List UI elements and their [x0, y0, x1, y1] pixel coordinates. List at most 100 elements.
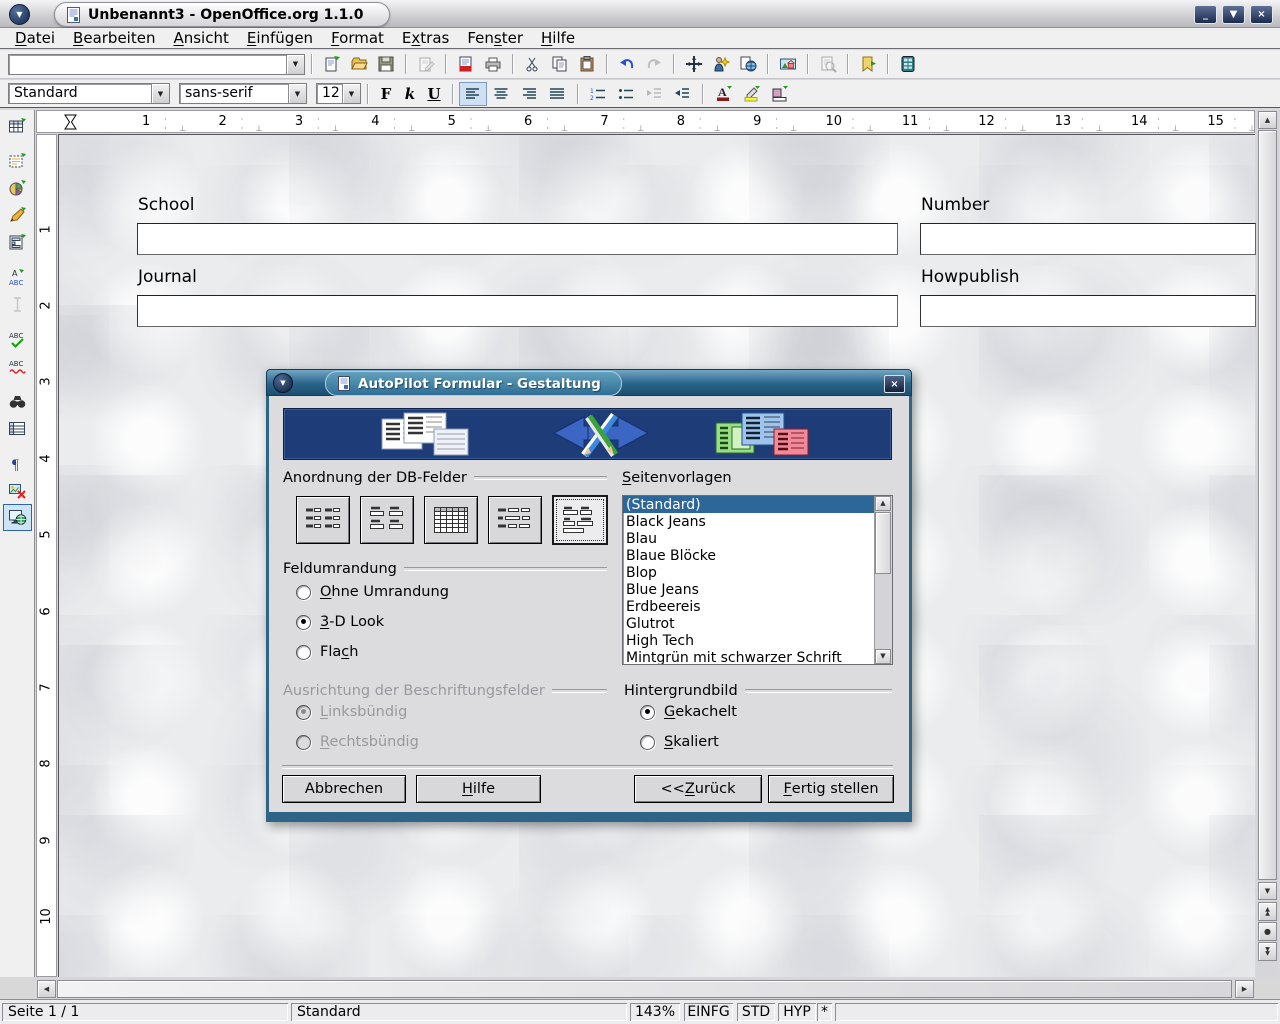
menu-item[interactable]: Ansicht: [164, 29, 237, 47]
page-styles-listbox[interactable]: (Standard)Black JeansBlauBlaue BlöckeBlo…: [622, 495, 893, 665]
status-insert-mode[interactable]: EINFG: [684, 1003, 733, 1021]
scroll-down-button[interactable]: ▼: [1258, 882, 1277, 900]
menu-item[interactable]: Bearbeiten: [64, 29, 164, 47]
paragraph-style-dropdown[interactable]: ▼: [151, 84, 169, 103]
print-button[interactable]: [479, 52, 506, 76]
page-style-item[interactable]: Blau: [623, 530, 874, 547]
finish-button[interactable]: Fertig stellen: [768, 775, 894, 803]
arrangement-columnar-labels-left-button[interactable]: [296, 496, 350, 544]
scroll-left-button[interactable]: ◀: [37, 980, 56, 998]
find-replace-button[interactable]: [3, 388, 32, 415]
next-page-button[interactable]: ▼▼: [1258, 942, 1277, 961]
back-button[interactable]: << Zurück: [634, 775, 762, 803]
menu-item[interactable]: Hilfe: [532, 29, 584, 47]
previous-page-button[interactable]: ▲▲: [1258, 902, 1277, 921]
scrollbar-thumb[interactable]: [875, 512, 891, 574]
numbering-button[interactable]: 12: [584, 82, 612, 106]
horizontal-scrollbar-thumb[interactable]: [57, 980, 1232, 998]
menu-item[interactable]: Extras: [393, 29, 458, 47]
page-style-item[interactable]: Blop: [623, 564, 874, 581]
radio-option[interactable]: 3-D Look: [296, 614, 596, 630]
insert-form-button[interactable]: [3, 229, 32, 256]
export-pdf-button[interactable]: [452, 52, 479, 76]
dialog-menu-button[interactable]: ▼: [273, 373, 293, 393]
page-style-item[interactable]: Black Jeans: [623, 513, 874, 530]
font-size-dropdown[interactable]: ▼: [342, 84, 360, 103]
radio-option[interactable]: Skaliert: [640, 734, 880, 750]
status-hyperlink-mode[interactable]: HYP: [778, 1003, 816, 1021]
graphics-on-off-button[interactable]: [3, 477, 32, 504]
decrease-indent-button[interactable]: [640, 82, 668, 106]
scroll-up-button[interactable]: ▲: [1258, 111, 1277, 129]
online-layout-button[interactable]: [3, 504, 32, 531]
arrangement-blocks-labels-above-button[interactable]: [552, 495, 608, 545]
copy-button[interactable]: [546, 52, 573, 76]
window-menu-button[interactable]: ▼: [9, 4, 30, 25]
page-preview-button[interactable]: [814, 52, 841, 76]
navigation-button[interactable]: ●: [1258, 922, 1277, 941]
align-left-button[interactable]: [459, 82, 487, 106]
number-field[interactable]: [920, 223, 1256, 255]
journal-field[interactable]: [137, 295, 898, 327]
scroll-down-button[interactable]: ▼: [875, 649, 891, 664]
arrangement-columnar-labels-top-button[interactable]: [360, 496, 414, 544]
menu-item[interactable]: Einfügen: [238, 29, 322, 47]
minimize-button[interactable]: _: [1194, 5, 1217, 24]
insert-chart-button[interactable]: [3, 175, 32, 202]
margin-marker-icon[interactable]: [63, 113, 78, 131]
menu-item[interactable]: Datei: [6, 29, 64, 47]
url-combobox[interactable]: ▼: [8, 54, 305, 75]
radio-option[interactable]: Flach: [296, 644, 596, 660]
maximize-button[interactable]: ▼: [1222, 5, 1245, 24]
page-style-item[interactable]: Erdbeereis: [623, 598, 874, 615]
open-button[interactable]: [345, 52, 372, 76]
font-size-combo[interactable]: 12 ▼: [316, 83, 361, 104]
status-zoom[interactable]: 143%: [630, 1003, 680, 1021]
insert-draw-button[interactable]: [3, 202, 32, 229]
edit-file-button[interactable]: [412, 52, 439, 76]
hyperlink-dialog-button[interactable]: [734, 52, 761, 76]
page-style-item[interactable]: Blue Jeans: [623, 581, 874, 598]
font-name-combo[interactable]: sans-serif ▼: [179, 83, 307, 104]
school-field[interactable]: [137, 223, 898, 255]
url-dropdown-button[interactable]: ▼: [286, 55, 304, 74]
auto-spellcheck-button[interactable]: ABC: [3, 353, 32, 380]
close-button[interactable]: ×: [1250, 5, 1273, 24]
bold-button[interactable]: F: [374, 83, 398, 105]
data-sources-view-button[interactable]: [3, 415, 32, 442]
insert-table-button[interactable]: [3, 113, 32, 140]
increase-indent-button[interactable]: [668, 82, 696, 106]
cut-button[interactable]: [519, 52, 546, 76]
paste-button[interactable]: [573, 52, 600, 76]
autotext-button[interactable]: AABC: [3, 264, 32, 291]
navigator-button[interactable]: [680, 52, 707, 76]
gallery-button[interactable]: [774, 52, 801, 76]
italic-button[interactable]: k: [398, 83, 422, 105]
vertical-scrollbar[interactable]: ▲ ▼ ▲▲ ● ▼▼: [1256, 110, 1279, 978]
stylist-button[interactable]: [707, 52, 734, 76]
underline-button[interactable]: U: [422, 83, 446, 105]
spellcheck-button[interactable]: ABC: [3, 326, 32, 353]
page-style-item[interactable]: (Standard): [623, 496, 874, 513]
align-justify-button[interactable]: [543, 82, 571, 106]
dialog-close-button[interactable]: ×: [884, 375, 905, 393]
arrangement-as-datasheet-button[interactable]: [424, 496, 478, 544]
horizontal-ruler[interactable]: 123456789101112131415: [36, 110, 1255, 133]
menu-item[interactable]: Fenster: [458, 29, 532, 47]
bookmark-button[interactable]: [854, 52, 881, 76]
vertical-ruler[interactable]: 12345678910: [36, 134, 57, 977]
font-name-dropdown[interactable]: ▼: [288, 84, 306, 103]
font-color-button[interactable]: A: [709, 82, 737, 106]
radio-option[interactable]: Gekachelt: [640, 704, 880, 720]
nonprinting-characters-button[interactable]: ¶: [3, 450, 32, 477]
paragraph-style-combo[interactable]: Standard ▼: [8, 83, 170, 104]
radio-option[interactable]: Rechtsbündig: [296, 734, 596, 750]
radio-option[interactable]: Linksbündig: [296, 704, 596, 720]
align-center-button[interactable]: [487, 82, 515, 106]
page-style-item[interactable]: High Tech: [623, 632, 874, 649]
page-style-item[interactable]: Glutrot: [623, 615, 874, 632]
new-document-button[interactable]: [318, 52, 345, 76]
save-button[interactable]: [372, 52, 399, 76]
bullets-button[interactable]: [612, 82, 640, 106]
horizontal-scrollbar[interactable]: ◀ ▶: [36, 978, 1255, 999]
